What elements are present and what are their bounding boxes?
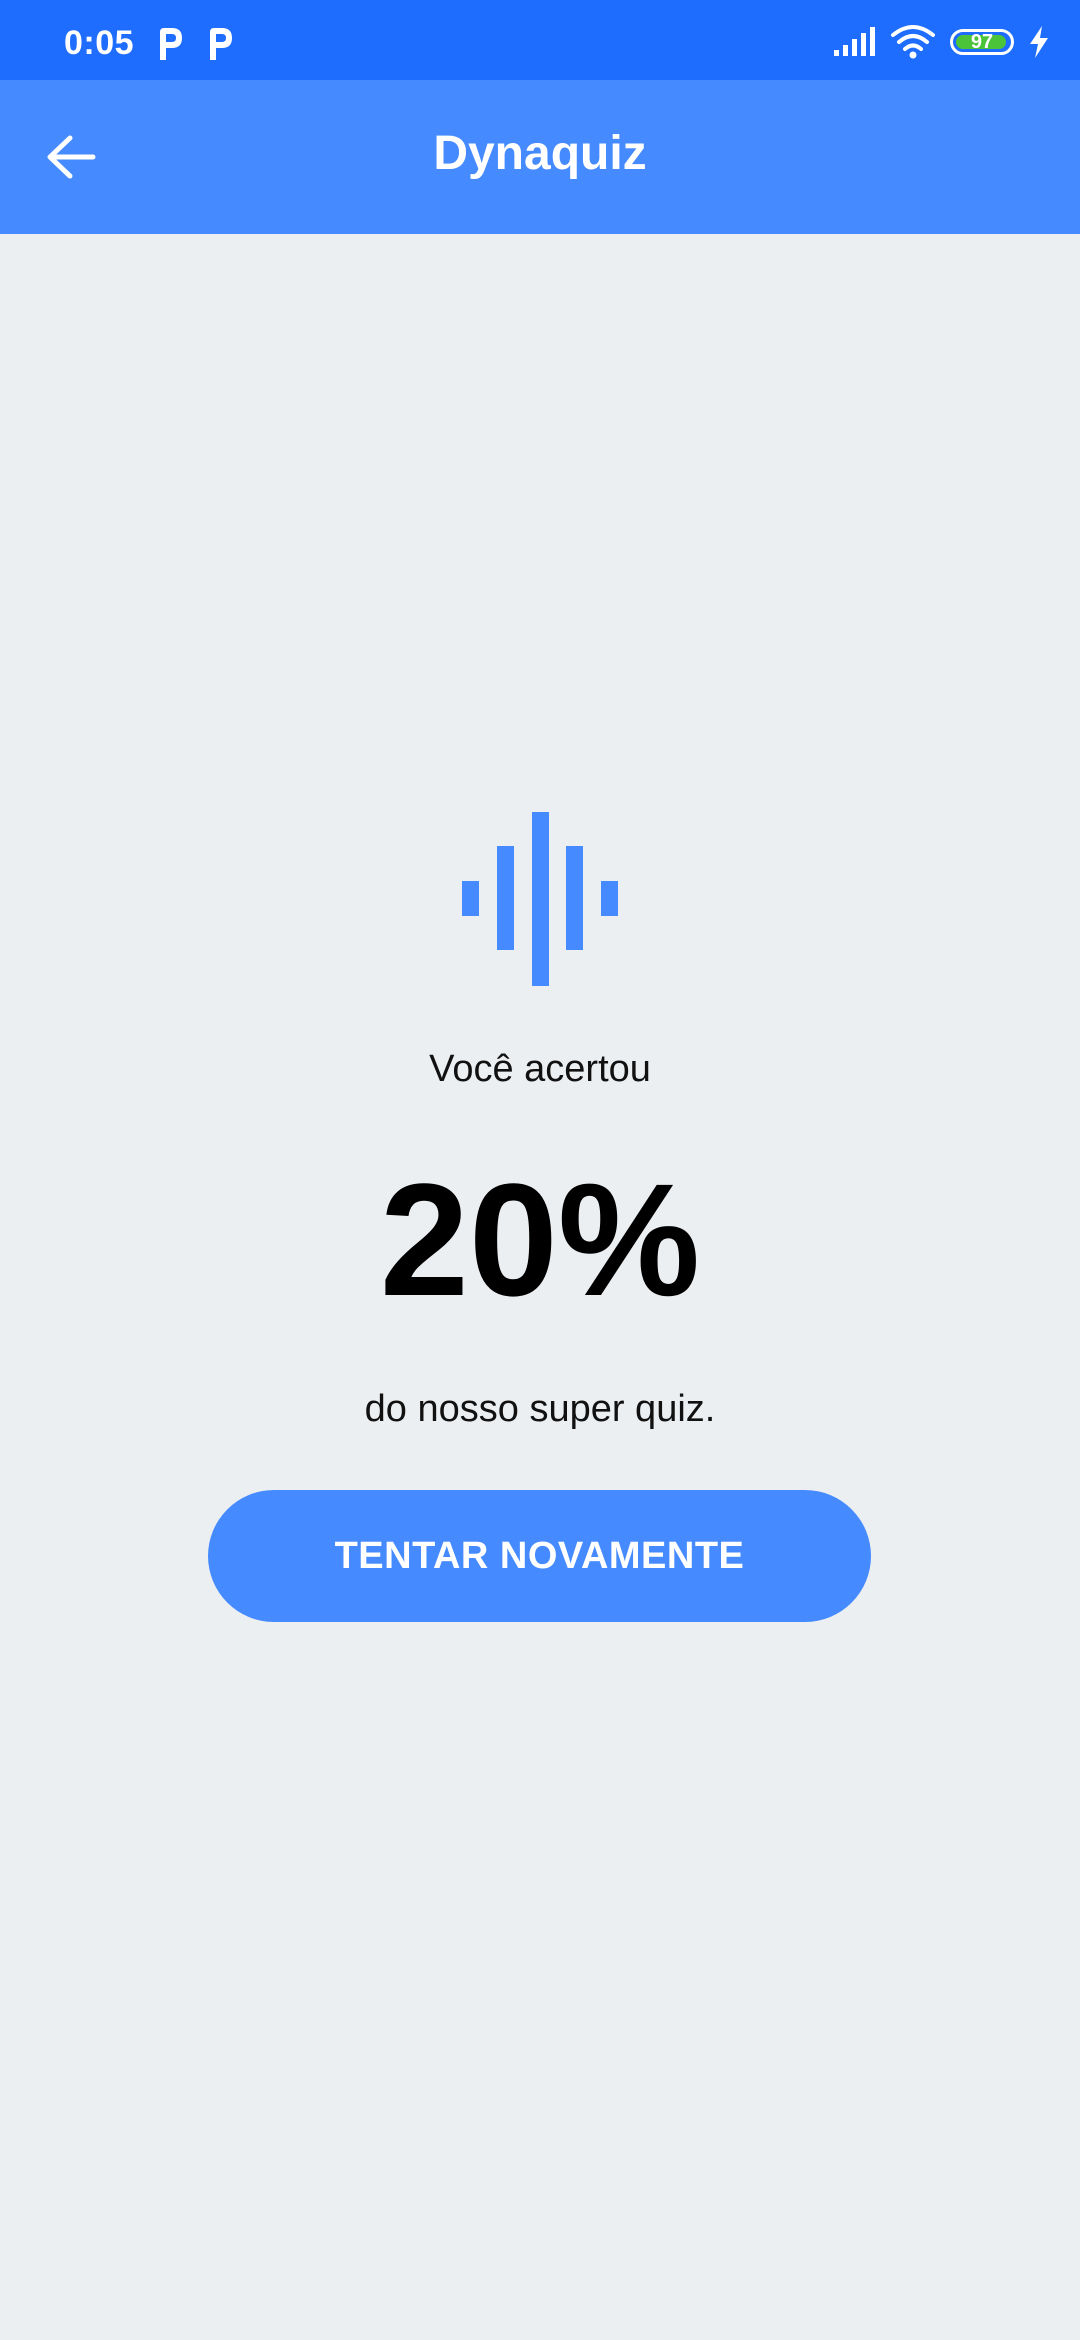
battery-icon: 97 — [950, 29, 1014, 55]
p-app-icon — [160, 28, 182, 60]
app-bar: Dynaquiz — [0, 80, 1080, 234]
battery-level: 97 — [970, 30, 994, 53]
charging-icon — [1030, 26, 1048, 58]
p-app-icon — [210, 28, 232, 60]
retry-button-label: TENTAR NOVAMENTE — [334, 1534, 745, 1577]
wifi-icon — [891, 25, 935, 59]
status-time: 0:05 — [64, 24, 135, 62]
status-bar: 0:05 97 — [0, 0, 1080, 80]
app-title: Dynaquiz — [433, 127, 647, 180]
status-system-icons: 97 — [832, 22, 1050, 62]
audio-bars-logo-icon — [462, 812, 618, 986]
result-outro-text: do nosso super quiz. — [364, 1388, 716, 1430]
signal-icon — [834, 27, 875, 56]
score-percentage: 20% — [379, 1150, 701, 1329]
result-intro-text: Você acertou — [429, 1048, 651, 1090]
retry-button[interactable]: TENTAR NOVAMENTE — [208, 1490, 871, 1622]
